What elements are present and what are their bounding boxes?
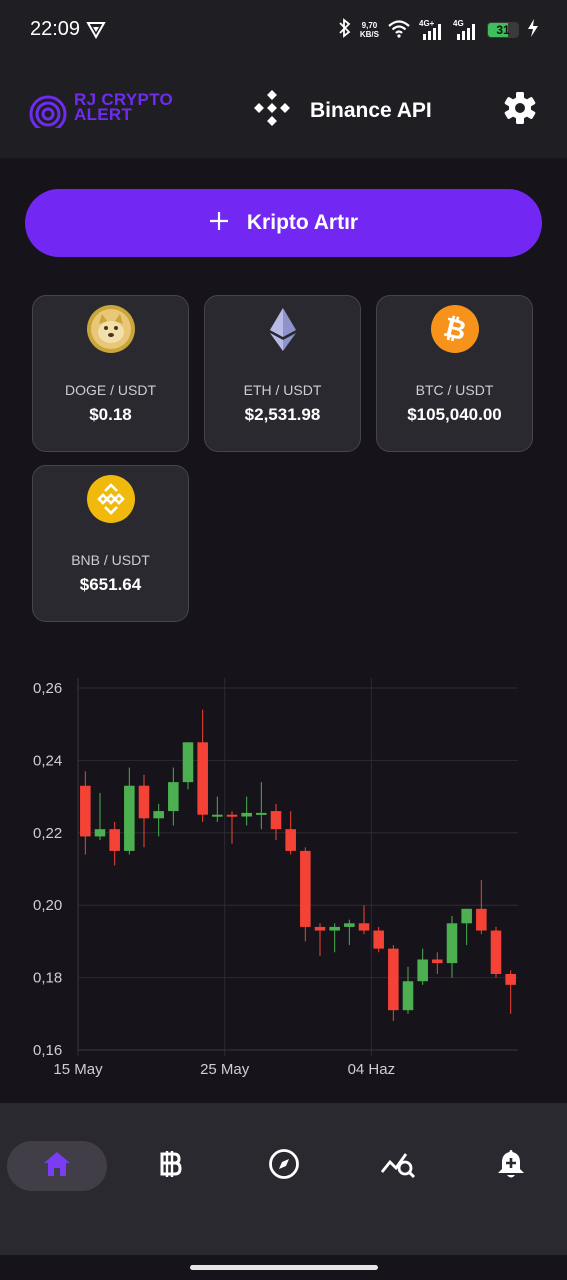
main-content: Kripto Artır DOGE / USDT $0.18 ETH / USD… bbox=[0, 158, 567, 1103]
compass-icon bbox=[268, 1148, 300, 1185]
logo-text-line2: ALERT bbox=[74, 105, 133, 124]
candle-body bbox=[402, 981, 414, 1011]
candle-body bbox=[417, 959, 428, 982]
bitcoin-icon bbox=[158, 1149, 184, 1184]
status-bar: 22:09 9,70 KB/S 4G+ 4G 31 bbox=[0, 0, 567, 60]
candle-body bbox=[212, 814, 223, 817]
candle-body bbox=[197, 742, 208, 815]
coin-card-btc[interactable]: ₿ BTC / USDT $105,040.00 bbox=[376, 295, 533, 452]
logo-text: RJ CRYPTO ALERT bbox=[74, 91, 173, 124]
nav-alerts[interactable] bbox=[461, 1141, 561, 1191]
candle-body bbox=[168, 782, 179, 812]
add-crypto-button[interactable]: Kripto Artır bbox=[25, 189, 542, 257]
y-tick-label: 0,16 bbox=[33, 1042, 62, 1059]
home-icon bbox=[42, 1150, 72, 1183]
battery-icon: 31 bbox=[487, 22, 519, 38]
candle-body bbox=[124, 785, 135, 851]
coin-pair: ETH / USDT bbox=[243, 382, 322, 398]
nav-explore[interactable] bbox=[234, 1141, 334, 1191]
x-tick-label: 04 Haz bbox=[348, 1061, 396, 1078]
candle-body bbox=[109, 829, 120, 851]
net-speed: 9,70 KB/S bbox=[360, 21, 379, 39]
chart-search-icon bbox=[380, 1148, 416, 1185]
candle-body bbox=[241, 812, 252, 817]
bottom-nav bbox=[0, 1103, 567, 1255]
net-speed-value: 9,70 bbox=[361, 21, 378, 30]
settings-button[interactable] bbox=[502, 90, 538, 126]
status-time: 22:09 bbox=[30, 18, 81, 40]
candle-body bbox=[138, 785, 150, 819]
binance-icon bbox=[254, 90, 290, 131]
candle-body bbox=[388, 948, 399, 1011]
y-tick-label: 0,22 bbox=[33, 825, 62, 842]
eth-icon bbox=[258, 304, 308, 354]
coin-card-bnb[interactable]: BNB / USDT $651.64 bbox=[32, 465, 189, 622]
candle-body bbox=[300, 850, 311, 927]
coin-pair: BTC / USDT bbox=[415, 382, 494, 398]
nav-coins[interactable] bbox=[121, 1141, 221, 1191]
candle-body bbox=[182, 742, 194, 783]
doge-icon bbox=[86, 304, 136, 354]
candle-body bbox=[461, 908, 472, 924]
wifi-icon bbox=[387, 18, 411, 43]
candle-body bbox=[270, 811, 282, 830]
candle-body bbox=[226, 814, 238, 817]
app-logo: RJ CRYPTO ALERT bbox=[28, 88, 188, 128]
coin-pair: DOGE / USDT bbox=[64, 382, 156, 398]
coin-card-doge[interactable]: DOGE / USDT $0.18 bbox=[32, 295, 189, 452]
candle-body bbox=[446, 923, 458, 964]
coin-price: $651.64 bbox=[79, 575, 142, 594]
coin-price: $2,531.98 bbox=[244, 405, 321, 424]
candle-body bbox=[505, 973, 516, 985]
x-tick-label: 15 May bbox=[53, 1061, 103, 1078]
gesture-bar bbox=[0, 1255, 567, 1280]
y-tick-label: 0,24 bbox=[33, 752, 62, 769]
nav-home[interactable] bbox=[7, 1141, 107, 1191]
charging-icon bbox=[527, 18, 539, 43]
coin-price: $105,040.00 bbox=[407, 405, 502, 424]
candle-body bbox=[314, 926, 326, 931]
candle-body bbox=[358, 923, 370, 931]
coin-pair: BNB / USDT bbox=[71, 552, 150, 568]
bell-plus-icon bbox=[496, 1148, 526, 1185]
add-crypto-label: Kripto Artır bbox=[246, 211, 359, 234]
candle-body bbox=[80, 785, 91, 837]
candle-body bbox=[329, 926, 340, 931]
net-speed-unit: KB/S bbox=[359, 30, 379, 39]
y-tick-label: 0,20 bbox=[33, 897, 62, 914]
candle-body bbox=[94, 829, 106, 837]
exchange-indicator: Binance API bbox=[254, 90, 432, 131]
status-icons: 9,70 KB/S 4G+ 4G 31 bbox=[338, 17, 539, 43]
nav-analysis[interactable] bbox=[348, 1141, 448, 1191]
candle-body bbox=[344, 923, 355, 927]
bnb-icon bbox=[86, 474, 136, 524]
bluetooth-icon bbox=[338, 17, 352, 43]
btc-icon: ₿ bbox=[430, 304, 480, 354]
y-tick-label: 0,26 bbox=[33, 680, 62, 697]
coin-price: $0.18 bbox=[89, 405, 132, 424]
signal-icon: 4G+ bbox=[419, 19, 445, 40]
candle-body bbox=[373, 930, 384, 949]
x-tick-label: 25 May bbox=[200, 1061, 250, 1078]
candle-body bbox=[153, 811, 164, 819]
candle-body bbox=[285, 829, 296, 851]
candle-body bbox=[490, 930, 502, 974]
gear-icon bbox=[502, 92, 538, 130]
exchange-name: Binance API bbox=[310, 98, 432, 122]
candle-body bbox=[432, 959, 443, 964]
candle-body bbox=[476, 908, 487, 931]
coin-card-eth[interactable]: ETH / USDT $2,531.98 bbox=[204, 295, 361, 452]
y-tick-label: 0,18 bbox=[33, 970, 62, 987]
signal-icon: 4G bbox=[453, 19, 479, 40]
gesture-handle[interactable] bbox=[190, 1265, 378, 1270]
candle-body bbox=[256, 812, 267, 815]
price-chart[interactable]: 0,26 0,24 0,22 0,20 0,18 0,16 15 May 25 May 04 H… bbox=[0, 668, 567, 1088]
plus-icon bbox=[209, 207, 229, 237]
battery-level: 31 bbox=[496, 23, 510, 37]
vpn-icon bbox=[86, 21, 106, 44]
app-header: RJ CRYPTO ALERT Binance API bbox=[0, 60, 567, 158]
